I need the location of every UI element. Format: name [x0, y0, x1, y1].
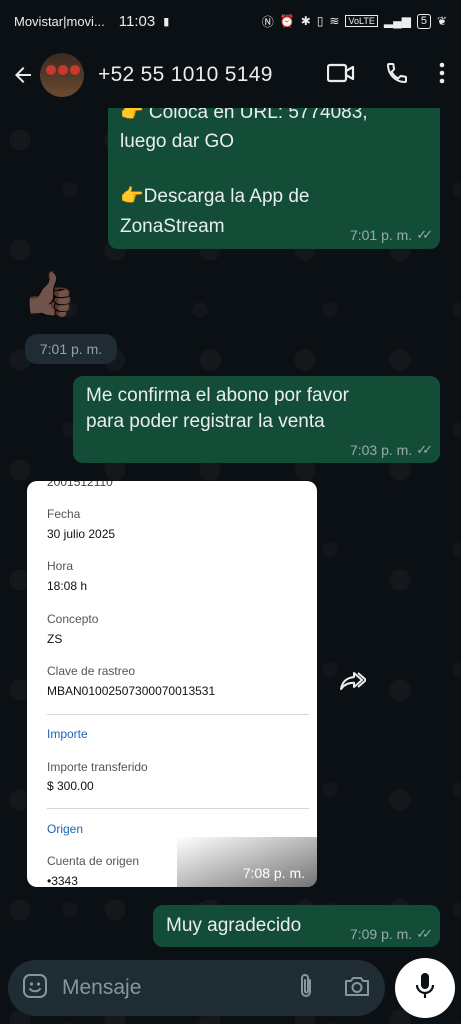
message-text: 👉Descarga la App de	[120, 186, 310, 207]
message-text: para poder registrar la venta	[86, 411, 325, 432]
receipt-top-partial: 2001512110	[47, 481, 113, 489]
receipt-divider	[47, 714, 309, 715]
receipt-value: 30 julio 2025	[47, 527, 116, 541]
message-time: 7:01 p. m.	[39, 341, 103, 357]
message-input[interactable]: Mensaje	[62, 976, 141, 1000]
receipt-section-title: Importe	[47, 727, 88, 741]
receipt-value: 18:08 h	[47, 579, 88, 593]
message-bubble-outgoing[interactable]: Muy agradecido 7:09 p. m. ✓✓	[153, 905, 440, 947]
bluetooth-icon: ✱	[300, 14, 311, 28]
contact-name[interactable]: +52 55 1010 5149	[98, 63, 273, 87]
receipt-divider	[47, 808, 309, 809]
receipt-label: Fecha	[47, 507, 81, 521]
camera-icon[interactable]	[343, 974, 371, 1003]
back-arrow-icon[interactable]	[10, 62, 36, 88]
message-bubble-outgoing[interactable]: Me confirma el abono por favor para pode…	[73, 376, 440, 463]
receipt-value: $ 300.00	[47, 779, 94, 793]
receipt-value: •3343	[47, 874, 78, 887]
double-check-icon: ✓✓	[416, 442, 433, 457]
receipt-label: Importe transferido	[47, 760, 148, 774]
signal-icon: ▂▄▆	[383, 14, 411, 28]
more-options-icon[interactable]	[439, 62, 445, 89]
message-bubble-outgoing[interactable]: 👉 Coloca en URL: 5774083, luego dar GO 👉…	[108, 95, 440, 249]
receipt-section-title: Origen	[47, 822, 84, 836]
message-input-bar: Mensaje	[8, 960, 385, 1016]
message-time: 7:08 p. m.	[242, 865, 305, 881]
microphone-button[interactable]	[395, 958, 455, 1018]
avatar[interactable]	[40, 53, 84, 97]
message-time: 7:09 p. m.	[349, 926, 413, 942]
alarm-icon: ⏰	[279, 14, 295, 28]
message-text: luego dar GO	[120, 131, 235, 152]
status-time: 11:03	[118, 12, 156, 30]
carrier-name: Movistar|movi...	[14, 13, 105, 29]
message-text: Muy agradecido	[166, 915, 302, 936]
status-bar: Movistar|movi... 11:03 ▮ Ⓝ ⏰ ✱ ▯ ≋ VoLTE…	[0, 0, 461, 42]
chat-screen: Movistar|movi... 11:03 ▮ Ⓝ ⏰ ✱ ▯ ≋ VoLTE…	[0, 0, 461, 1024]
receipt-label: Clave de rastreo	[47, 664, 136, 678]
sticker-icon[interactable]	[22, 973, 48, 1004]
microphone-icon	[414, 971, 436, 1006]
receipt-label: Cuenta de origen	[47, 854, 140, 868]
volte-icon: VoLTE	[345, 15, 378, 27]
message-emoji-incoming[interactable]: 👍🏿	[22, 268, 77, 322]
message-text: ZonaStream	[120, 216, 225, 237]
forward-icon[interactable]	[338, 668, 368, 698]
video-call-icon[interactable]	[326, 62, 355, 89]
phone-call-icon[interactable]	[385, 61, 409, 90]
battery-icon: 5	[416, 13, 431, 29]
sim-icon: ▮	[163, 15, 170, 28]
nfc-icon: Ⓝ	[261, 14, 274, 29]
double-check-icon: ✓✓	[416, 227, 433, 242]
vibrate-icon: ▯	[316, 14, 324, 28]
message-text: Me confirma el abono por favor	[86, 385, 349, 406]
receipt-label: Hora	[47, 559, 74, 573]
wifi-icon: ≋	[329, 14, 340, 28]
receipt-value: ZS	[47, 632, 63, 646]
receipt-label: Concepto	[47, 612, 99, 626]
attach-icon[interactable]	[297, 972, 315, 1005]
message-time: 7:01 p. m.	[349, 227, 413, 243]
receipt-image[interactable]: 2001512110 Fecha 30 julio 2025 Hora 18:0…	[27, 481, 317, 887]
message-time: 7:03 p. m.	[349, 442, 413, 458]
receipt-value: MBAN01002507300070013531	[47, 684, 216, 698]
message-time-chip: 7:01 p. m.	[25, 334, 117, 364]
chat-header-top: +52 55 1010 5149	[0, 42, 461, 108]
double-check-icon: ✓✓	[416, 926, 433, 941]
leaf-icon: ❦	[436, 14, 447, 28]
